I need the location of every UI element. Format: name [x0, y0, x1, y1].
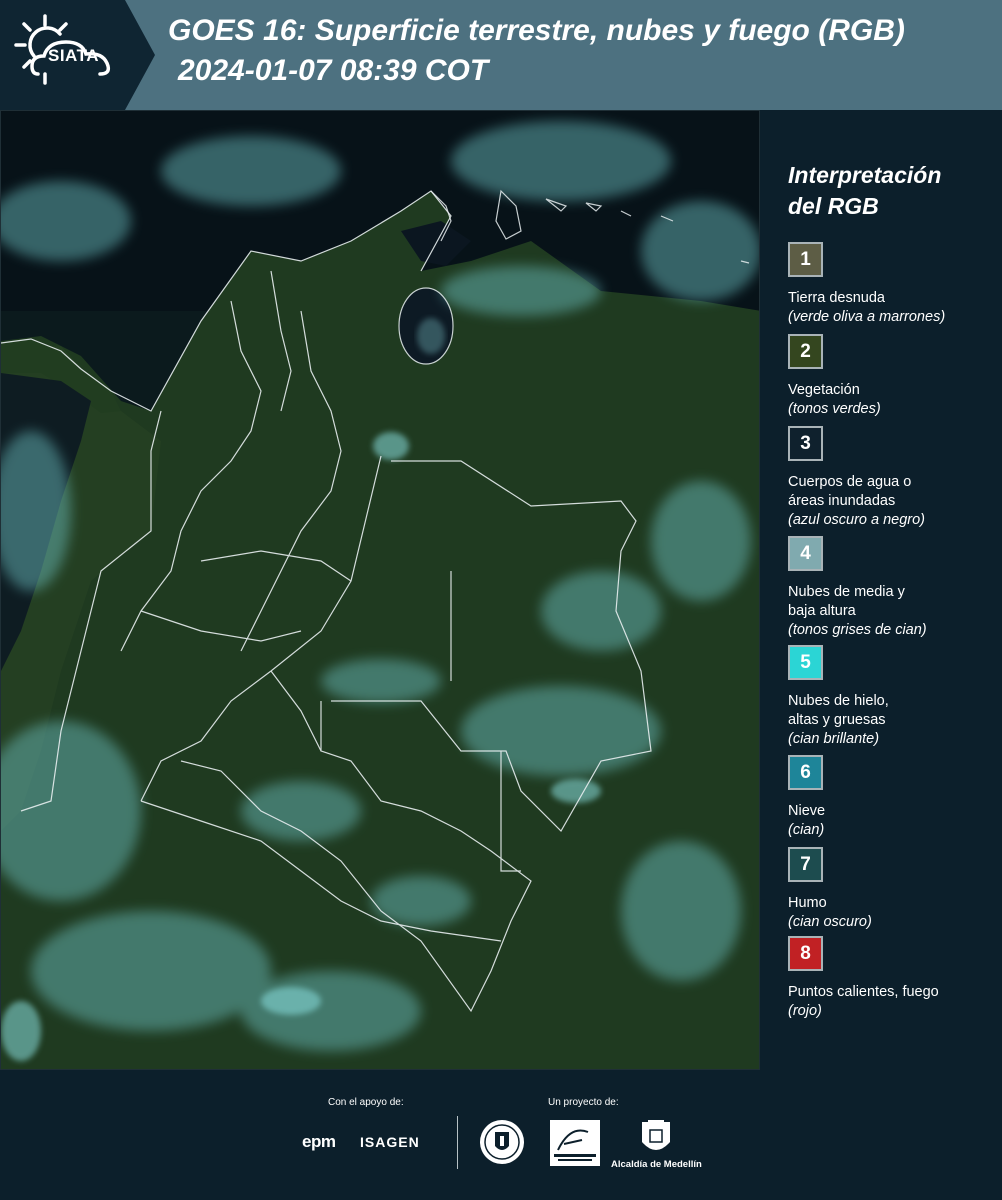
legend-number: 7: [800, 853, 811, 875]
legend-label-line: Tierra desnuda: [788, 290, 885, 306]
legend-description: (cian brillante): [788, 731, 880, 747]
legend-label: Humo: [788, 894, 993, 913]
legend-label-line: Cuerpos de agua o: [788, 474, 912, 490]
legend-description: (cian): [788, 822, 825, 838]
legend-description: (cian oscuro): [788, 914, 872, 930]
legend-label-line: Nubes de hielo,: [788, 693, 889, 709]
support-label: Con el apoyo de:: [328, 1097, 404, 1108]
legend-item-vegetacion: 2 Vegetación (tonos verdes): [788, 334, 993, 419]
project-label: Un proyecto de:: [548, 1097, 619, 1108]
satellite-map[interactable]: [0, 110, 760, 1070]
area-metropolitana-logo[interactable]: [550, 1120, 600, 1166]
legend-swatch: 7: [788, 847, 823, 882]
siata-logo-text: SIATA: [48, 46, 99, 65]
legend-swatch: 1: [788, 242, 823, 277]
legend-label-line: áreas inundadas: [788, 493, 896, 509]
legend-title-line1: Interpretación: [788, 162, 942, 188]
legend-panel: Interpretación del RGB 1 Tierra desnuda …: [775, 160, 995, 1019]
legend-label-line: altas y gruesas: [788, 712, 886, 728]
legend-swatch: 4: [788, 536, 823, 571]
legend-description: (rojo): [788, 1003, 822, 1019]
legend-title-line2: del RGB: [788, 193, 879, 219]
satellite-image: [1, 111, 759, 1069]
legend-number: 5: [800, 651, 811, 673]
isagen-logo[interactable]: ISAGEN: [360, 1134, 420, 1150]
legend-item-nieve: 6 Nieve (cian): [788, 755, 993, 840]
legend-label-line: baja altura: [788, 603, 856, 619]
legend-swatch: 5: [788, 645, 823, 680]
legend-label: Vegetación: [788, 381, 993, 400]
legend-label-line: Nubes de media y: [788, 584, 905, 600]
logo-panel: SIATA: [0, 0, 155, 110]
legend-label: Puntos calientes, fuego: [788, 983, 993, 1002]
university-seal-icon[interactable]: [478, 1118, 526, 1166]
footer: Con el apoyo de: Un proyecto de: epm ISA…: [0, 1070, 1002, 1200]
legend-label: Nubes de media y baja altura: [788, 583, 993, 621]
legend-number: 1: [800, 248, 811, 270]
legend-item-nubes-media-baja: 4 Nubes de media y baja altura (tonos gr…: [788, 536, 993, 640]
legend-number: 2: [800, 340, 811, 362]
legend-swatch: 2: [788, 334, 823, 369]
legend-label: Cuerpos de agua o áreas inundadas: [788, 473, 993, 511]
legend-label-line: Vegetación: [788, 382, 860, 398]
medellin-logo-text: Alcaldía de Medellín: [611, 1159, 702, 1170]
legend-item-puntos-calientes: 8 Puntos calientes, fuego (rojo): [788, 936, 993, 1021]
legend-description: (tonos verdes): [788, 401, 881, 417]
header-bar: SIATA GOES 16: Superficie terrestre, nub…: [0, 0, 1002, 110]
legend-number: 6: [800, 761, 811, 783]
medellin-coat-of-arms-icon[interactable]: [638, 1118, 674, 1158]
legend-number: 3: [800, 432, 811, 454]
legend-item-nubes-hielo: 5 Nubes de hielo, altas y gruesas (cian …: [788, 645, 993, 749]
legend-swatch: 3: [788, 426, 823, 461]
legend-title: Interpretación del RGB: [788, 160, 995, 222]
legend-item-cuerpos-de-agua: 3 Cuerpos de agua o áreas inundadas (azu…: [788, 426, 993, 530]
legend-label-line: Puntos calientes, fuego: [788, 984, 939, 1000]
legend-number: 8: [800, 942, 811, 964]
page-title: GOES 16: Superficie terrestre, nubes y f…: [168, 14, 905, 47]
legend-label-line: Humo: [788, 895, 827, 911]
legend-label: Nieve: [788, 802, 993, 821]
legend-description: (azul oscuro a negro): [788, 512, 926, 528]
legend-swatch: 6: [788, 755, 823, 790]
legend-item-humo: 7 Humo (cian oscuro): [788, 847, 993, 932]
epm-logo[interactable]: epm: [302, 1132, 336, 1152]
legend-swatch: 8: [788, 936, 823, 971]
timestamp: 2024-01-07 08:39 COT: [178, 54, 489, 87]
legend-description: (tonos grises de cian): [788, 622, 927, 638]
footer-divider: [457, 1116, 458, 1169]
legend-number: 4: [800, 542, 811, 564]
legend-label-line: Nieve: [788, 803, 826, 819]
legend-description: (verde oliva a marrones): [788, 309, 946, 325]
legend-label: Tierra desnuda: [788, 289, 993, 308]
legend-label: Nubes de hielo, altas y gruesas: [788, 692, 993, 730]
legend-item-tierra-desnuda: 1 Tierra desnuda (verde oliva a marrones…: [788, 242, 993, 327]
